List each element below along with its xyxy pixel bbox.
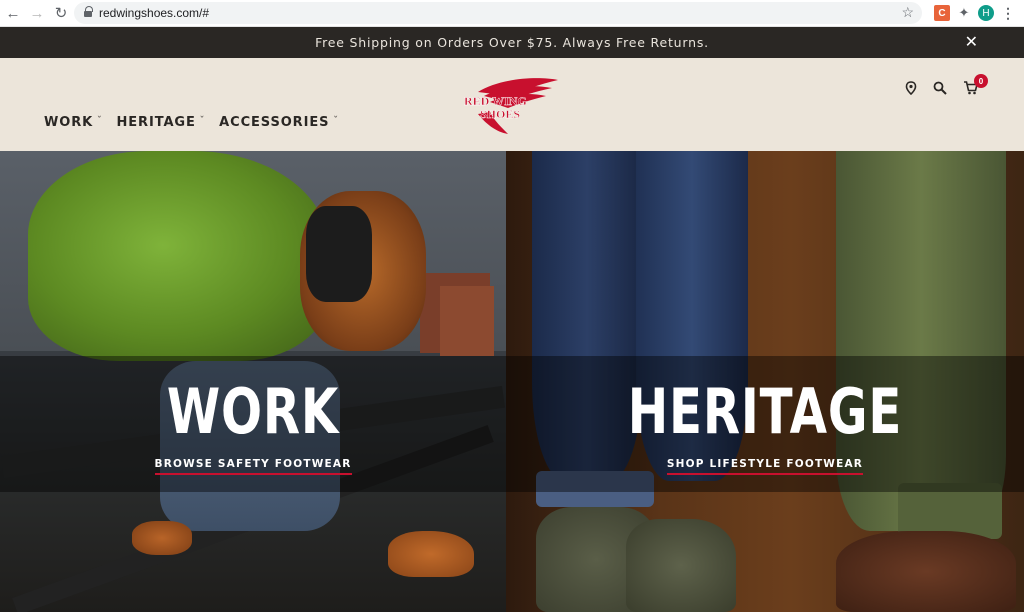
site-header: WORK ˇ HERITAGE ˇ ACCESSORIES ˇ RED WING… (0, 58, 1024, 151)
promo-bar: Free Shipping on Orders Over $75. Always… (0, 27, 1024, 58)
hero-title-heritage[interactable]: HERITAGE (563, 375, 967, 448)
hero-work-panel[interactable]: WORK BROWSE SAFETY FOOTWEAR (0, 151, 506, 612)
building-shape (440, 286, 494, 356)
chevron-down-icon: ˇ (97, 115, 103, 126)
logo-text-line1: RED WING (464, 94, 527, 108)
lock-icon (84, 5, 93, 18)
close-icon[interactable]: ✕ (965, 32, 978, 52)
cart-count-badge: 0 (974, 74, 988, 88)
nav-item-accessories[interactable]: ACCESSORIES ˇ (219, 115, 339, 130)
nav-item-label: WORK (44, 115, 94, 130)
nav-item-work[interactable]: WORK ˇ (44, 115, 102, 130)
worker-green-hoodie-shape (28, 151, 328, 361)
nav-item-heritage[interactable]: HERITAGE ˇ (116, 115, 205, 130)
extension-icon[interactable]: C (934, 5, 950, 21)
red-wing-logo[interactable]: RED WING SHOES (460, 74, 564, 136)
cta-link-shop-lifestyle[interactable]: SHOP LIFESTYLE FOOTWEAR (666, 458, 864, 475)
back-icon[interactable]: ← (2, 2, 24, 24)
kebab-menu-icon[interactable]: ⋮ (1000, 5, 1016, 21)
cta-link-browse-safety[interactable]: BROWSE SAFETY FOOTWEAR (154, 458, 352, 475)
nav-item-label: ACCESSORIES (219, 115, 330, 130)
brown-boot-shape (836, 531, 1016, 612)
green-boot-shape (626, 519, 736, 612)
puzzle-icon[interactable]: ✦ (956, 5, 972, 21)
search-icon[interactable] (930, 78, 950, 98)
logo-text-line2: SHOES (480, 107, 520, 121)
profile-avatar[interactable]: H (978, 5, 994, 21)
welding-mask-shape (306, 206, 372, 302)
reload-icon[interactable]: ↻ (50, 2, 72, 24)
hero-cta-heritage[interactable]: SHOP LIFESTYLE FOOTWEAR (506, 454, 1024, 475)
location-pin-icon[interactable] (901, 78, 921, 98)
promo-text: Free Shipping on Orders Over $75. Always… (315, 35, 709, 50)
boot-shape (388, 531, 474, 577)
hero-heritage-panel[interactable]: HERITAGE SHOP LIFESTYLE FOOTWEAR (506, 151, 1024, 612)
forward-icon[interactable]: → (26, 2, 48, 24)
chevron-down-icon: ˇ (333, 115, 339, 126)
star-icon[interactable]: ☆ (901, 4, 914, 21)
address-bar[interactable]: redwingshoes.com/# ☆ (74, 2, 922, 24)
hero-cta-work[interactable]: BROWSE SAFETY FOOTWEAR (0, 454, 506, 475)
chevron-down-icon: ˇ (199, 115, 206, 126)
hero-title-work[interactable]: WORK (56, 375, 451, 448)
url-text[interactable]: redwingshoes.com/# (99, 6, 209, 20)
browser-toolbar: ← → ↻ redwingshoes.com/# ☆ C ✦ H ⋮ (0, 0, 1024, 27)
boot-shape (132, 521, 192, 555)
main-nav: WORK ˇ HERITAGE ˇ ACCESSORIES ˇ (44, 115, 353, 130)
nav-item-label: HERITAGE (116, 115, 196, 130)
